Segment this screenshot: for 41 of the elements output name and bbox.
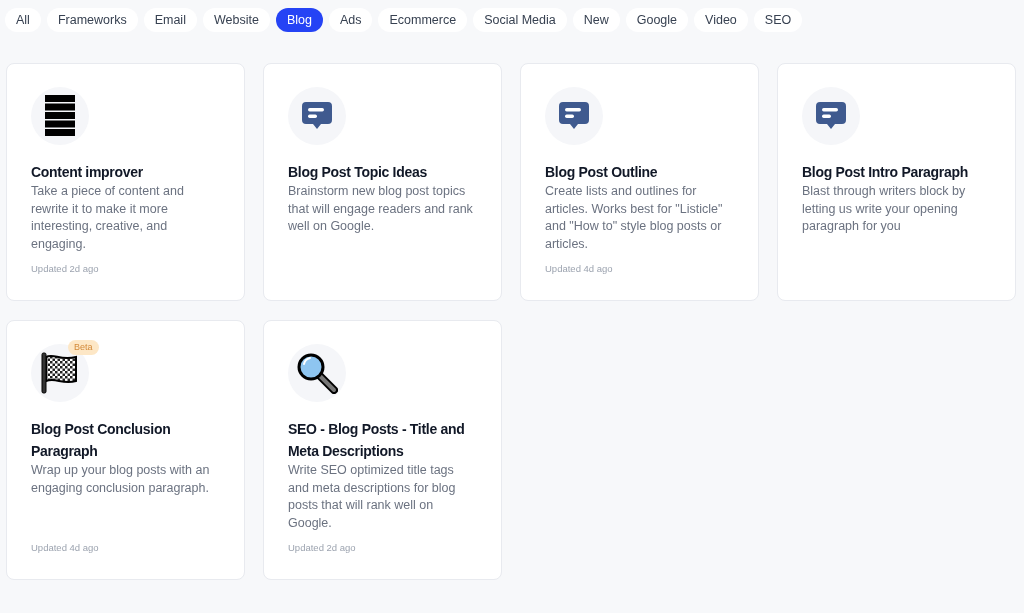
card-description: Create lists and outlines for articles. Works best for "Listicle" and "How to" style blog posts or articles.: [545, 183, 724, 253]
updated-time: Updated 4d ago: [545, 261, 614, 276]
card-description: Brainstorm new blog post topics that will engage readers and rank well on Google.: [288, 183, 474, 235]
card-title: Blog Post Conclusion Paragraph: [31, 420, 172, 461]
beta-badge: Beta: [68, 340, 99, 355]
filter-tab[interactable]: Email: [143, 8, 197, 32]
tool-card[interactable]: Blog Post Outline Create lists and outlines for articles. Works best for "Listicle" and "How to" style blog posts or articles. Updated 4d ago: [520, 63, 759, 301]
filter-tab[interactable]: Social Media: [473, 8, 567, 32]
card-title: Blog Post Topic Ideas: [288, 163, 428, 182]
chat-bubble-icon: [816, 102, 846, 130]
card-title: SEO - Blog Posts - Title and Meta Descriptions: [288, 420, 466, 461]
tool-card[interactable]: Blog Post Intro Paragraph Blast through writers block by letting us write your opening paragraph for you: [777, 63, 1016, 301]
tool-card[interactable]: Content improver Take a piece of content and rewrite it to make it more interesting, creative, and engaging. Updated 2d ago: [6, 63, 245, 301]
tool-card[interactable]: Beta Blog Post Conclusion Paragraph Wrap up your blog posts with an engaging conclusion paragraph. Updated 4d ago: [6, 320, 245, 580]
chat-bubble-icon: [559, 102, 589, 130]
chat-bubble-icon: [302, 102, 332, 130]
filter-tab[interactable]: Website: [202, 8, 270, 32]
magnifier-icon: [296, 352, 338, 394]
card-description: Blast through writers block by letting us write your opening paragraph for you: [802, 183, 967, 235]
tool-card[interactable]: Blog Post Topic Ideas Brainstorm new blog post topics that will engage readers and rank well on Google.: [263, 63, 502, 301]
filter-tab[interactable]: Video: [694, 8, 748, 32]
card-description: Write SEO optimized title tags and meta descriptions for blog posts that will rank well on Google.: [288, 462, 457, 532]
card-title: Blog Post Intro Paragraph: [802, 163, 969, 182]
checkered-flag-icon: [40, 351, 80, 395]
updated-time: Updated 2d ago: [288, 540, 357, 555]
stacked-bars-icon: [45, 95, 75, 137]
tool-card[interactable]: SEO - Blog Posts - Title and Meta Descriptions Write SEO optimized title tags and meta descriptions for blog posts that will rank well on Google. Updated 2d ago: [263, 320, 502, 580]
card-description: Take a piece of content and rewrite it to make it more interesting, creative, and engaging.: [31, 183, 185, 253]
filter-tab[interactable]: New: [572, 8, 620, 32]
updated-time: Updated 4d ago: [31, 540, 100, 555]
updated-time: Updated 2d ago: [31, 261, 100, 276]
card-title: Content improver: [31, 163, 144, 182]
filter-tab[interactable]: Ads: [328, 8, 373, 32]
filter-tab[interactable]: SEO: [753, 8, 803, 32]
filter-tab[interactable]: Blog: [275, 8, 323, 32]
filter-tab[interactable]: Frameworks: [46, 8, 138, 32]
filter-tab[interactable]: All: [5, 8, 41, 32]
card-description: Wrap up your blog posts with an engaging conclusion paragraph.: [31, 462, 211, 497]
filter-tab[interactable]: Google: [625, 8, 689, 32]
filter-tab[interactable]: Ecommerce: [378, 8, 468, 32]
card-title: Blog Post Outline: [545, 163, 659, 182]
